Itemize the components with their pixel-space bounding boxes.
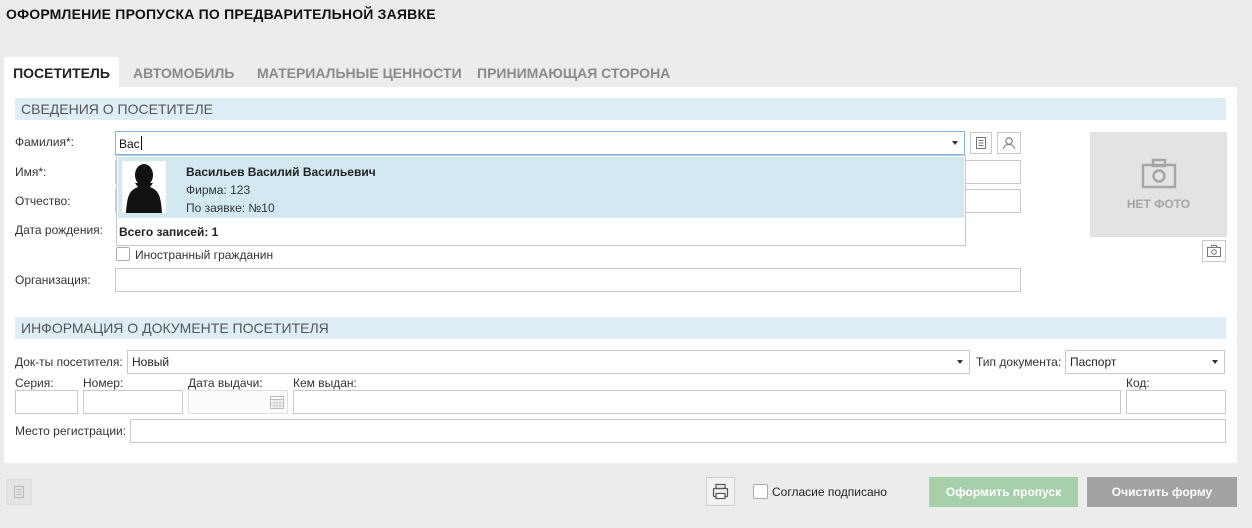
document-section-title: ИНФОРМАЦИЯ О ДОКУМЕНТЕ ПОСЕТИТЕЛЯ <box>21 320 329 336</box>
issued-by-input[interactable] <box>293 390 1121 414</box>
person-silhouette-icon <box>126 164 162 213</box>
clear-form-button[interactable]: Очистить форму <box>1087 477 1237 507</box>
code-input[interactable] <box>1126 390 1226 414</box>
visitor-docs-select[interactable]: Новый <box>127 350 970 374</box>
document-icon <box>14 486 24 498</box>
calendar-icon[interactable] <box>269 394 285 410</box>
foreign-citizen-checkbox[interactable] <box>116 247 130 261</box>
consent-label: Согласие подписано <box>772 485 887 499</box>
tab-valuables[interactable]: МАТЕРИАЛЬНЫЕ ЦЕННОСТИ <box>257 57 462 87</box>
tab-vehicle[interactable]: АВТОМОБИЛЬ <box>133 57 234 87</box>
page-title: ОФОРМЛЕНИЕ ПРОПУСКА ПО ПРЕДВАРИТЕЛЬНОЙ З… <box>6 6 436 22</box>
issue-pass-button[interactable]: Оформить пропуск <box>929 477 1078 507</box>
suggestion-name: Васильев Василий Васильевич <box>186 165 376 179</box>
chevron-down-icon[interactable] <box>952 141 958 145</box>
tab-receiving-party[interactable]: ПРИНИМАЮЩАЯ СТОРОНА <box>477 57 670 87</box>
suggestion-request: По заявке: №10 <box>186 201 275 215</box>
organization-input[interactable] <box>115 268 1021 292</box>
name-label: Имя*: <box>15 165 47 179</box>
registration-input[interactable] <box>130 419 1226 443</box>
no-photo-text: НЕТ ФОТО <box>1126 197 1191 211</box>
doc-type-value: Паспорт <box>1070 355 1117 369</box>
issued-by-label: Кем выдан: <box>293 376 357 390</box>
suggestion-firm: Фирма: 123 <box>186 183 251 197</box>
visitor-docs-label: Док-ты посетителя: <box>15 355 123 369</box>
take-photo-button[interactable] <box>1202 240 1226 262</box>
registration-label: Место регистрации: <box>15 424 127 438</box>
code-label: Код: <box>1126 376 1150 390</box>
tab-visitor-label: ПОСЕТИТЕЛЬ <box>13 65 110 81</box>
patronymic-label: Отчество: <box>15 194 71 208</box>
foreign-citizen-label: Иностранный гражданин <box>135 248 274 262</box>
doc-type-select[interactable]: Паспорт <box>1065 350 1225 374</box>
footer-doc-button[interactable] <box>6 479 32 505</box>
form-panel: СВЕДЕНИЯ О ПОСЕТИТЕЛЕ Фамилия*: Вас Имя*… <box>4 87 1237 463</box>
number-label: Номер: <box>83 376 124 390</box>
consent-checkbox[interactable] <box>753 484 768 499</box>
birthdate-label: Дата рождения: <box>15 223 103 237</box>
tab-bar: ПОСЕТИТЕЛЬ АВТОМОБИЛЬ МАТЕРИАЛЬНЫЕ ЦЕННО… <box>4 57 704 87</box>
surname-suggestions-dropdown: Васильев Василий Васильевич Фирма: 123 П… <box>116 155 966 246</box>
doc-type-label: Тип документа: <box>976 355 1062 369</box>
visitor-section-header: СВЕДЕНИЯ О ПОСЕТИТЕЛЕ <box>15 98 1226 120</box>
camera-icon <box>1141 158 1177 189</box>
visitor-section-title: СВЕДЕНИЯ О ПОСЕТИТЕЛЕ <box>21 101 213 117</box>
series-label: Серия: <box>15 376 54 390</box>
suggestion-total: Всего записей: 1 <box>119 225 219 239</box>
photo-placeholder: НЕТ ФОТО <box>1090 132 1227 237</box>
person-search-button[interactable] <box>997 132 1021 154</box>
document-icon <box>976 137 986 149</box>
person-icon <box>1002 137 1016 150</box>
number-input[interactable] <box>83 390 183 414</box>
issue-date-input[interactable] <box>188 390 288 414</box>
printer-icon <box>712 483 729 500</box>
tab-vehicle-label: АВТОМОБИЛЬ <box>133 65 235 81</box>
tab-valuables-label: МАТЕРИАЛЬНЫЕ ЦЕННОСТИ <box>257 65 462 81</box>
surname-combobox[interactable]: Вас <box>115 131 965 155</box>
organization-label: Организация: <box>15 273 91 287</box>
avatar <box>122 161 166 213</box>
issue-date-label: Дата выдачи: <box>188 376 263 390</box>
document-list-button[interactable] <box>970 132 992 154</box>
suggestion-item[interactable]: Васильев Василий Васильевич Фирма: 123 П… <box>118 157 964 218</box>
series-input[interactable] <box>15 390 78 414</box>
visitor-docs-value: Новый <box>132 355 170 369</box>
tab-receiving-party-label: ПРИНИМАЮЩАЯ СТОРОНА <box>477 65 671 81</box>
camera-icon <box>1207 245 1221 257</box>
print-button[interactable] <box>706 477 735 506</box>
tab-visitor[interactable]: ПОСЕТИТЕЛЬ <box>4 57 119 87</box>
surname-label: Фамилия*: <box>15 135 74 149</box>
document-section-header: ИНФОРМАЦИЯ О ДОКУМЕНТЕ ПОСЕТИТЕЛЯ <box>15 317 1226 339</box>
surname-input-value: Вас <box>119 137 140 151</box>
chevron-down-icon <box>957 360 963 364</box>
chevron-down-icon <box>1212 360 1218 364</box>
text-caret <box>141 136 142 150</box>
